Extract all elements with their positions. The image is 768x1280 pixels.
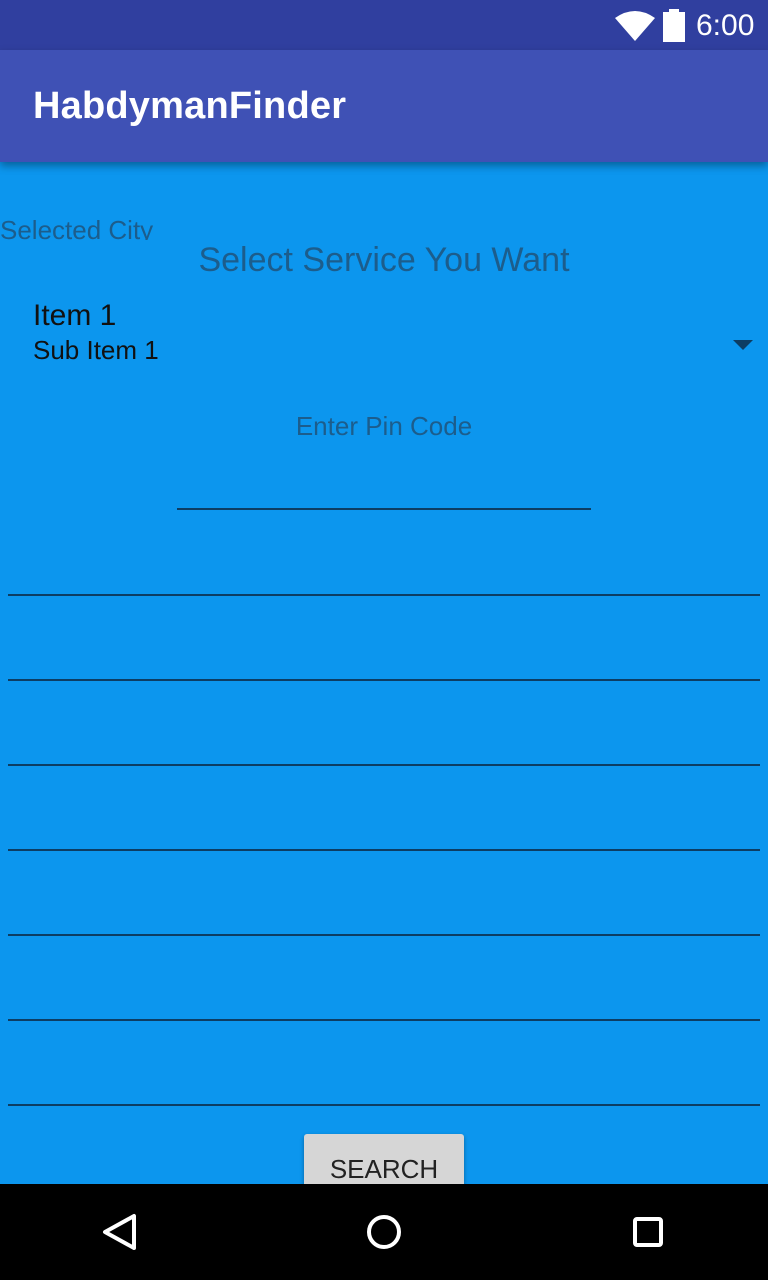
- navigation-bar: [0, 1184, 768, 1280]
- selected-city-label: Selected City: [0, 215, 154, 240]
- service-heading: Select Service You Want: [198, 241, 570, 279]
- text-field-2[interactable]: [8, 631, 760, 681]
- battery-icon: [663, 9, 685, 42]
- text-field-7[interactable]: [8, 1056, 760, 1106]
- text-field-3[interactable]: [8, 716, 760, 766]
- pin-code-input[interactable]: [177, 460, 591, 510]
- text-field-1[interactable]: [8, 546, 760, 596]
- back-icon[interactable]: [96, 1208, 144, 1256]
- text-field-5[interactable]: [8, 886, 760, 936]
- service-spinner[interactable]: Item 1 Sub Item 1: [0, 296, 768, 376]
- recents-icon[interactable]: [624, 1208, 672, 1256]
- screen: 6:00 HabdymanFinder Selected City Select…: [0, 0, 768, 1280]
- status-time: 6:00: [696, 9, 755, 42]
- app-title: HabdymanFinder: [33, 85, 347, 127]
- app-bar: HabdymanFinder: [0, 50, 768, 162]
- text-field-4[interactable]: [8, 801, 760, 851]
- home-icon[interactable]: [360, 1208, 408, 1256]
- pin-code-label: Enter Pin Code: [295, 411, 473, 441]
- status-bar: 6:00: [0, 0, 768, 50]
- spinner-item-subtitle: Sub Item 1: [33, 335, 159, 365]
- dropdown-arrow-icon[interactable]: [733, 340, 753, 350]
- spinner-item-title: Item 1: [33, 299, 117, 332]
- wifi-icon: [615, 11, 655, 41]
- text-field-6[interactable]: [8, 971, 760, 1021]
